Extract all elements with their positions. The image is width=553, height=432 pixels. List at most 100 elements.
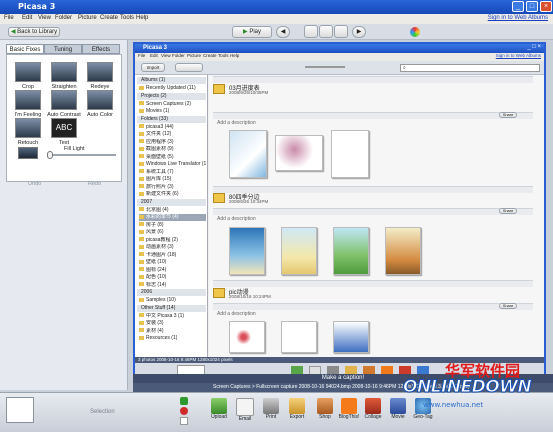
email-button[interactable]: Email xyxy=(232,398,258,422)
library-folder-item[interactable]: 卡通图片 (18) xyxy=(139,252,206,259)
fill-light-slider[interactable] xyxy=(47,151,53,159)
folder-header[interactable]: 80四季分边 2008/9/26 10:34PM xyxy=(213,192,533,206)
tab-basic-fixes[interactable]: Basic Fixes xyxy=(6,44,44,54)
prev-button[interactable]: ◀ xyxy=(276,26,290,38)
library-folder-item[interactable]: 新建文件夹 (6) xyxy=(139,191,206,198)
photo-thumbnail[interactable] xyxy=(229,130,267,178)
crop-tool[interactable]: Crop xyxy=(10,62,46,90)
folder-description[interactable]: Add a description xyxy=(217,216,256,222)
redeye-tool[interactable]: Redeye xyxy=(82,62,118,90)
undo-button[interactable]: Undo xyxy=(28,181,41,187)
library-folder-item[interactable]: Recently Updated (11) xyxy=(139,85,206,92)
library-folder-item[interactable]: 壁纸 (10) xyxy=(139,259,206,266)
library-folder-item[interactable]: 桌面壁纸 (5) xyxy=(139,154,206,161)
library-folder-item[interactable]: 配色 (10) xyxy=(139,274,206,281)
photo-thumbnail[interactable] xyxy=(229,321,265,353)
tab-effects[interactable]: Effects xyxy=(82,44,120,54)
thumb-strip-2[interactable] xyxy=(319,25,333,38)
photo-thumbnail[interactable] xyxy=(229,227,265,275)
menu-edit[interactable]: Edit xyxy=(22,15,32,21)
inner-window-controls[interactable]: _ □ × xyxy=(527,44,541,50)
auto-contrast-tool[interactable]: Auto Contrast xyxy=(46,90,82,118)
collage-button[interactable]: Collage xyxy=(360,398,386,420)
hold-icon[interactable] xyxy=(180,397,188,405)
library-folder-item[interactable]: 系统工具 (7) xyxy=(139,169,206,176)
library-section-header[interactable]: Other Stuff (14) xyxy=(137,304,206,312)
library-folder-item[interactable]: 水彩的季节 (4) xyxy=(139,214,206,221)
folder-description[interactable]: Add a description xyxy=(217,120,256,126)
menu-help[interactable]: Help xyxy=(136,15,148,21)
import-button[interactable]: Import xyxy=(141,63,165,72)
menu-tools[interactable]: Tools xyxy=(120,15,134,21)
close-button[interactable]: × xyxy=(540,1,552,12)
inner-menu-tools[interactable]: Tools xyxy=(218,53,229,58)
photo-thumbnail[interactable] xyxy=(333,227,369,275)
upload-button[interactable]: Upload xyxy=(206,398,232,420)
zoom-slider[interactable] xyxy=(305,66,345,68)
clear-icon[interactable] xyxy=(180,407,188,415)
folder-header[interactable]: 03月进度表 2008/9/26/10/35PM xyxy=(213,83,533,97)
library-folder-item[interactable]: 中文 Picasa 3 (1) xyxy=(139,313,206,320)
thumb-strip-1[interactable] xyxy=(304,25,318,38)
library-folder-item[interactable]: Screen Captures (2) xyxy=(139,101,206,108)
library-section-header[interactable]: 2006 xyxy=(137,289,206,296)
straighten-tool[interactable]: Straighten xyxy=(46,62,82,90)
photo-thumbnail[interactable] xyxy=(385,227,421,275)
folder-description[interactable]: Add a description xyxy=(217,311,256,317)
inner-sign-in-link[interactable]: Sign in to Web Albums xyxy=(496,53,541,58)
next-button[interactable]: ▶ xyxy=(352,26,366,38)
menu-create[interactable]: Create xyxy=(100,15,118,21)
library-folder-item[interactable]: 动画素材 (3) xyxy=(139,244,206,251)
retouch-tool[interactable]: Retouch xyxy=(10,118,46,146)
back-to-library-button[interactable]: ◀ Back to Library xyxy=(8,27,60,37)
folder-header[interactable]: pic动漫 2008/10/16 10:24PM xyxy=(213,287,533,301)
library-folder-item[interactable]: 应用程序 (3) xyxy=(139,139,206,146)
library-folder-item[interactable]: 文件夹 (12) xyxy=(139,131,206,138)
minimize-button[interactable]: _ xyxy=(512,1,524,12)
library-folder-item[interactable]: Windows Live Translator (1) xyxy=(139,161,206,168)
blogthis-button[interactable]: BlogThis! xyxy=(336,398,362,420)
play-button[interactable]: ▶ Play xyxy=(232,26,272,38)
library-section-header[interactable]: Albums (1) xyxy=(137,77,206,84)
photo-thumbnail[interactable] xyxy=(331,130,369,178)
photo-thumbnail[interactable] xyxy=(275,135,323,171)
view-toggle[interactable] xyxy=(175,63,203,72)
thumb-strip-3[interactable] xyxy=(334,25,348,38)
add-icon[interactable] xyxy=(180,417,188,425)
library-folder-item[interactable]: 图标 (24) xyxy=(139,267,206,274)
print-button[interactable]: Print xyxy=(258,398,284,420)
library-section-header[interactable]: Projects (2) xyxy=(137,92,206,100)
inner-menu-create[interactable]: Create xyxy=(203,53,217,58)
library-folder-item[interactable]: 图片库 (15) xyxy=(139,176,206,183)
inner-menu-view[interactable]: View xyxy=(161,53,171,58)
inner-menu-edit[interactable]: Edit xyxy=(150,53,158,58)
search-input[interactable]: ⌕ xyxy=(400,64,540,72)
library-folder-item[interactable]: 旅行照片 (3) xyxy=(139,184,206,191)
menu-folder[interactable]: Folder xyxy=(55,15,72,21)
library-folder-item[interactable]: 安装 (3) xyxy=(139,320,206,327)
library-folder-item[interactable]: 标志 (14) xyxy=(139,282,206,289)
text-tool[interactable]: ABC Text xyxy=(46,118,82,146)
inner-menu-folder[interactable]: Folder xyxy=(172,53,185,58)
library-folder-item[interactable]: 素材 (4) xyxy=(139,328,206,335)
library-section-header[interactable]: 2007 xyxy=(137,198,206,206)
menu-view[interactable]: View xyxy=(38,15,51,21)
sign-in-link[interactable]: Sign in to Web Albums xyxy=(488,15,548,21)
shop-button[interactable]: Shop xyxy=(312,398,338,420)
inner-menu-help[interactable]: Help xyxy=(230,53,239,58)
inner-menu-file[interactable]: File xyxy=(138,53,145,58)
share-button[interactable]: Share xyxy=(499,303,517,309)
inner-menu-picture[interactable]: Picture xyxy=(187,53,201,58)
library-folder-item[interactable]: picasa教程 (2) xyxy=(139,237,206,244)
export-button[interactable]: Export xyxy=(284,398,310,420)
library-folder-item[interactable]: picasa3 (44) xyxy=(139,124,206,131)
maximize-button[interactable]: □ xyxy=(526,1,538,12)
redo-button[interactable]: Redo xyxy=(88,181,101,187)
photo-thumbnail[interactable] xyxy=(281,321,317,353)
library-folder-item[interactable]: 房子 (8) xyxy=(139,222,206,229)
menu-picture[interactable]: Picture xyxy=(78,15,97,21)
library-folder-item[interactable]: 截图素材 (9) xyxy=(139,146,206,153)
library-folder-item[interactable]: Samples (10) xyxy=(139,297,206,304)
tab-tuning[interactable]: Tuning xyxy=(44,44,82,54)
library-folder-item[interactable]: 风景 (6) xyxy=(139,229,206,236)
